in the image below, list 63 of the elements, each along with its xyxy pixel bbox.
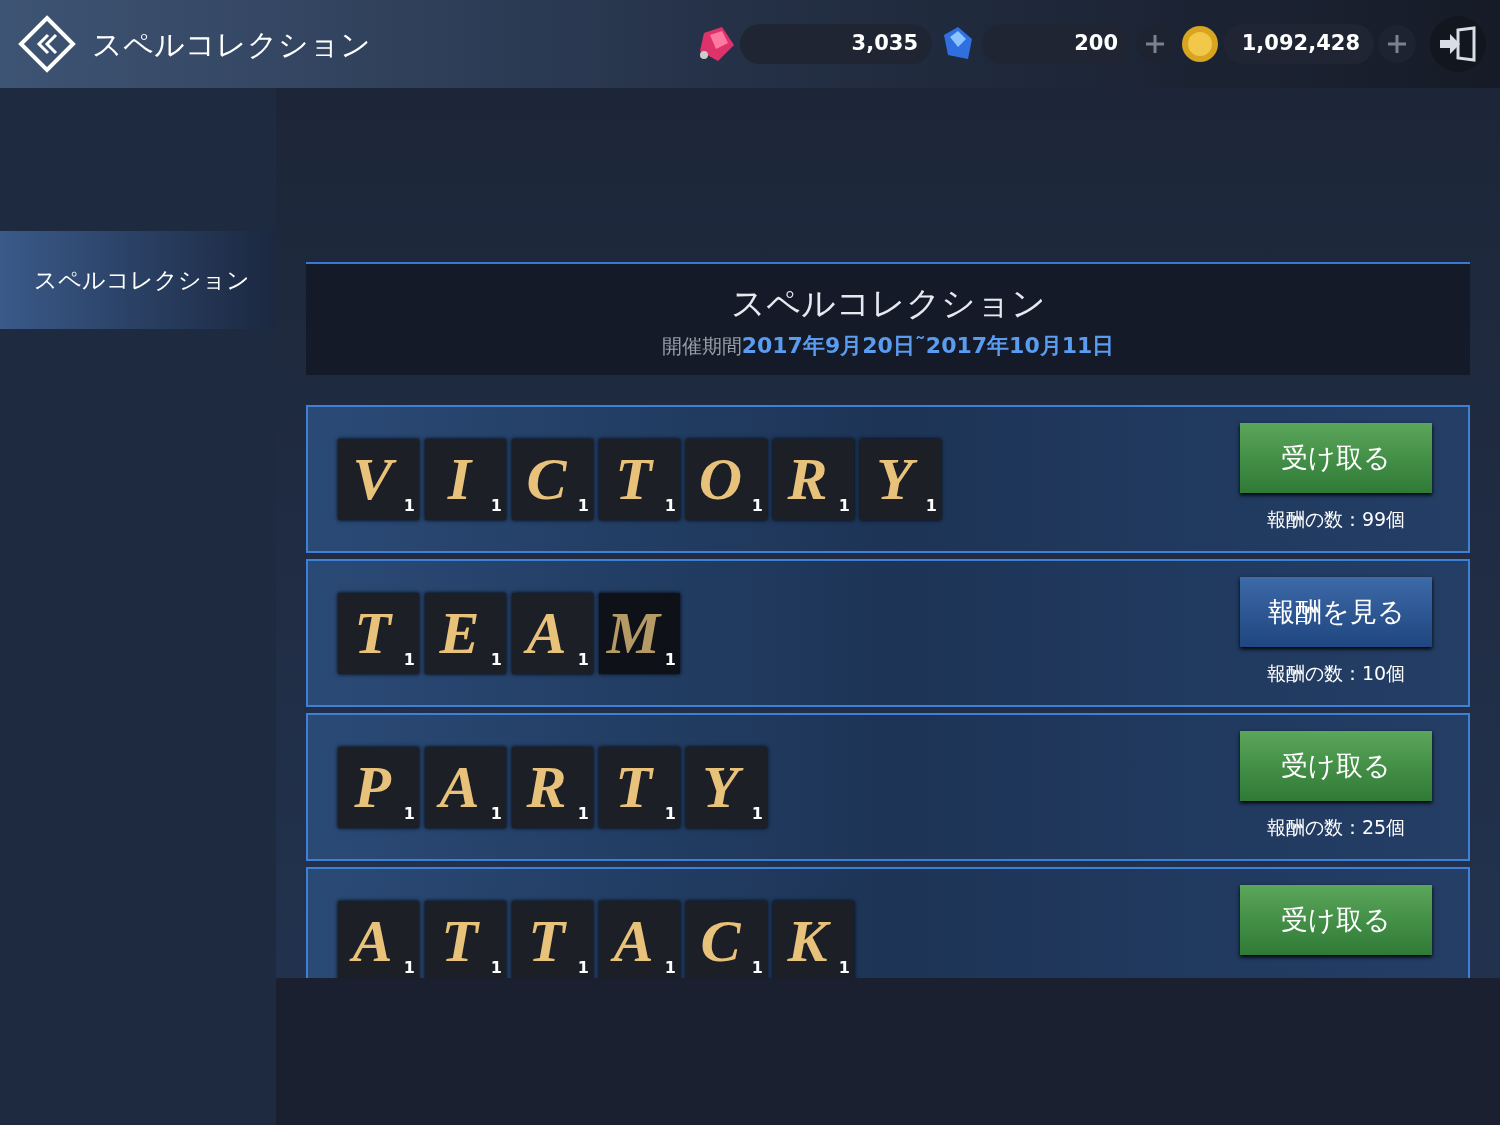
tile-count: 1: [403, 648, 415, 671]
view-rewards-button[interactable]: 報酬を見る: [1240, 577, 1432, 647]
coin-icon: [1180, 24, 1220, 64]
tile-count: 1: [751, 494, 763, 517]
tile-count: 1: [577, 494, 589, 517]
tile-count: 1: [664, 802, 676, 825]
tile-count: 1: [838, 956, 850, 978]
tile-count: 1: [751, 802, 763, 825]
reward-count: 報酬の数：10個: [1266, 661, 1406, 686]
tile-letter: T: [614, 444, 653, 514]
tile-count: 1: [490, 956, 502, 978]
tile-letter: A: [525, 598, 568, 668]
claim-button[interactable]: 受け取る: [1240, 423, 1432, 493]
add-button[interactable]: [1378, 25, 1416, 63]
tile-letter: E: [438, 598, 481, 668]
tile-count: 1: [751, 956, 763, 978]
claim-button[interactable]: 受け取る: [1240, 731, 1432, 801]
tile-count: 1: [925, 494, 937, 517]
exit-door-icon: [1438, 26, 1478, 62]
tile-letter: R: [525, 752, 568, 822]
tile-letter: I: [446, 444, 473, 514]
tile-letter: A: [612, 906, 655, 976]
tile-letter: T: [353, 598, 392, 668]
page-title: スペルコレクション: [92, 25, 371, 64]
event-title: スペルコレクション: [730, 281, 1046, 325]
tile-count: 1: [403, 494, 415, 517]
claim-button[interactable]: 受け取る: [1240, 885, 1432, 955]
tile-count: 1: [838, 494, 850, 517]
period-label: 開催期間: [661, 332, 742, 360]
tile-letter: R: [786, 444, 829, 514]
currency-amount: 3,035: [740, 24, 932, 64]
reward-count: 報酬の数：99個: [1266, 507, 1406, 532]
tile-count: 1: [403, 956, 415, 978]
tile-count: 1: [664, 494, 676, 517]
tile-letter: K: [786, 906, 829, 976]
tile-letter: A: [438, 752, 481, 822]
add-button[interactable]: [1136, 25, 1174, 63]
tile-count: 1: [490, 648, 502, 671]
tile-letter: M: [605, 598, 662, 668]
tile-letter: P: [353, 752, 392, 822]
reward-count: 報酬の数：25個: [1266, 815, 1406, 840]
tile-count: 1: [490, 802, 502, 825]
event-period: 2017年9月20日˜2017年10月11日: [741, 331, 1115, 360]
plus-icon: [1386, 33, 1408, 55]
tile-count: 1: [664, 956, 676, 978]
tile-count: 1: [490, 494, 502, 517]
tile-letter: T: [440, 906, 479, 976]
tile-count: 1: [577, 802, 589, 825]
tile-letter: O: [697, 444, 744, 514]
tile-letter: C: [699, 906, 742, 976]
tile-letter: T: [614, 752, 653, 822]
tile-count: 1: [664, 648, 676, 671]
tile-count: 1: [403, 802, 415, 825]
tile-count: 1: [577, 956, 589, 978]
plus-icon: [1144, 33, 1166, 55]
back-button[interactable]: [18, 15, 76, 73]
currency-amount: 1,092,428: [1224, 24, 1374, 64]
back-icon: [18, 15, 76, 73]
currency-amount: 200: [982, 24, 1132, 64]
tile-letter: A: [351, 906, 394, 976]
tile-count: 1: [577, 648, 589, 671]
tile-letter: C: [525, 444, 568, 514]
tile-letter: T: [527, 906, 566, 976]
